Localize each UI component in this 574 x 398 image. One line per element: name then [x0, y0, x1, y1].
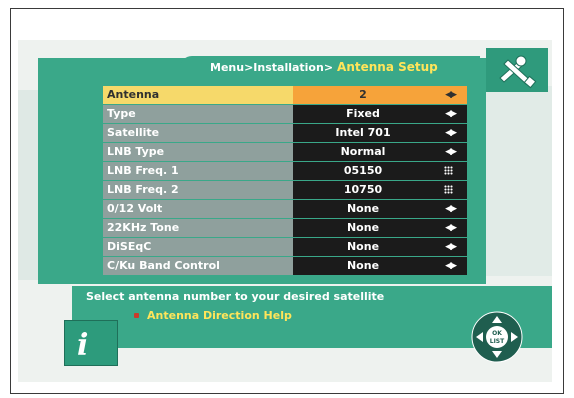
tools-logo	[486, 48, 548, 92]
menu-row-antenna[interactable]: Antenna 2 ◀▶	[103, 86, 467, 104]
menu-row-label: LNB Type	[103, 143, 293, 161]
menu-row-label: DiSEqC	[103, 238, 293, 256]
menu-row-value[interactable]: 2 ◀▶	[293, 86, 467, 104]
left-right-arrows-icon[interactable]: ◀▶	[445, 238, 457, 256]
page-title: Antenna Setup	[337, 60, 438, 74]
menu-row-label: Antenna	[103, 86, 293, 104]
menu-row-value[interactable]: 05150	[293, 162, 467, 180]
left-right-arrows-icon[interactable]: ◀▶	[445, 200, 457, 218]
menu-row-value[interactable]: Intel 701 ◀▶	[293, 124, 467, 142]
menu-row-label: Satellite	[103, 124, 293, 142]
left-right-arrows-icon[interactable]: ◀▶	[445, 86, 457, 104]
antenna-direction-help-link[interactable]: Antenna Direction Help	[134, 309, 292, 322]
ok-list-navigation-pad[interactable]: OK LIST	[470, 310, 524, 364]
menu-row-label: 22KHz Tone	[103, 219, 293, 237]
menu-row-value[interactable]: 10750	[293, 181, 467, 199]
menu-row-diseqc[interactable]: DiSEqC None ◀▶	[103, 238, 467, 256]
left-right-arrows-icon[interactable]: ◀▶	[445, 124, 457, 142]
menu-row-value[interactable]: None ◀▶	[293, 200, 467, 218]
ok-label: OK	[492, 330, 502, 337]
info-box: i	[64, 320, 118, 366]
help-subtext: Antenna Direction Help	[147, 309, 292, 322]
menu-row-satellite[interactable]: Satellite Intel 701 ◀▶	[103, 124, 467, 142]
help-text: Select antenna number to your desired sa…	[86, 290, 385, 303]
breadcrumb-path: Menu>Installation>	[210, 60, 334, 74]
menu-row-volt[interactable]: 0/12 Volt None ◀▶	[103, 200, 467, 218]
breadcrumb: Menu>Installation> Antenna Setup	[210, 58, 480, 76]
left-right-arrows-icon[interactable]: ◀▶	[445, 219, 457, 237]
menu-row-value[interactable]: Normal ◀▶	[293, 143, 467, 161]
menu-row-label: C/Ku Band Control	[103, 257, 293, 275]
keypad-icon[interactable]	[444, 166, 453, 175]
keypad-icon[interactable]	[444, 185, 453, 194]
navigation-pad-icon[interactable]: OK LIST	[470, 310, 524, 364]
menu-row-lnb-freq-2[interactable]: LNB Freq. 2 10750	[103, 181, 467, 199]
svg-text:i: i	[77, 328, 88, 363]
menu-row-value[interactable]: None ◀▶	[293, 238, 467, 256]
red-button-icon	[134, 313, 139, 318]
info-icon: i	[77, 328, 88, 363]
settings-menu: Antenna 2 ◀▶ Type Fixed ◀▶ Satellite Intel…	[103, 86, 467, 276]
menu-row-lnb-type[interactable]: LNB Type Normal ◀▶	[103, 143, 467, 161]
menu-row-value[interactable]: None ◀▶	[293, 257, 467, 275]
menu-row-label: LNB Freq. 2	[103, 181, 293, 199]
left-right-arrows-icon[interactable]: ◀▶	[445, 143, 457, 161]
menu-row-value[interactable]: Fixed ◀▶	[293, 105, 467, 123]
menu-row-label: 0/12 Volt	[103, 200, 293, 218]
menu-row-c-ku-band-control[interactable]: C/Ku Band Control None ◀▶	[103, 257, 467, 275]
left-right-arrows-icon[interactable]: ◀▶	[445, 105, 457, 123]
list-label: LIST	[490, 338, 505, 345]
menu-row-label: Type	[103, 105, 293, 123]
menu-row-label: LNB Freq. 1	[103, 162, 293, 180]
menu-row-type[interactable]: Type Fixed ◀▶	[103, 105, 467, 123]
menu-row-lnb-freq-1[interactable]: LNB Freq. 1 05150	[103, 162, 467, 180]
menu-row-value[interactable]: None ◀▶	[293, 219, 467, 237]
tools-icon	[499, 55, 537, 89]
menu-row-22khz-tone[interactable]: 22KHz Tone None ◀▶	[103, 219, 467, 237]
left-right-arrows-icon[interactable]: ◀▶	[445, 257, 457, 275]
